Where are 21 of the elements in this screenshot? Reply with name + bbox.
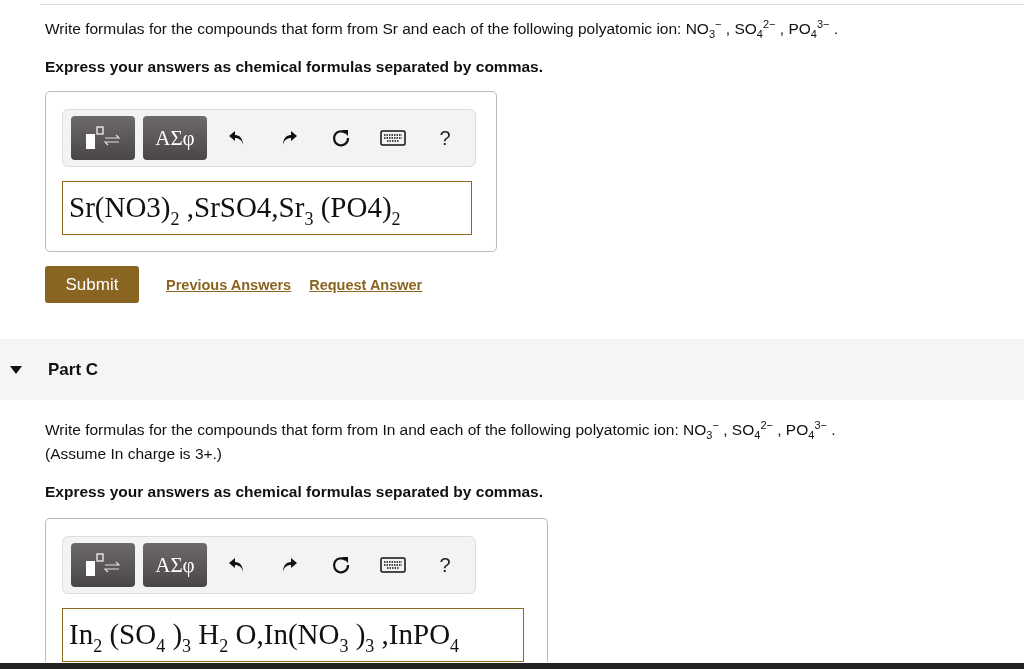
template-icon bbox=[83, 552, 123, 578]
template-button[interactable] bbox=[71, 543, 135, 587]
note-text: (Assume In charge is 3+.) bbox=[45, 444, 224, 464]
help-button[interactable]: ? bbox=[423, 543, 467, 587]
submit-button[interactable]: Submit bbox=[45, 266, 139, 303]
answer-link[interactable]: Previous Answers bbox=[166, 276, 292, 293]
template-icon bbox=[83, 125, 123, 151]
symbols-button[interactable]: ΑΣφ bbox=[143, 116, 207, 160]
part-header[interactable]: Part C bbox=[0, 339, 1024, 400]
answer-link[interactable]: Request Answer bbox=[309, 276, 423, 293]
help-button[interactable]: ? bbox=[423, 116, 467, 160]
answer-field[interactable]: Sr(NO3)$_{2}$ ,SrSO4,Sr$_{3}$ (PO4)$_{2}$ bbox=[62, 181, 472, 235]
instruction-text: Express your answers as chemical formulas separated by commas. bbox=[45, 57, 544, 77]
question-text: Write formulas for the compounds that form from In and each of the following polyatomic ion: NO$_{3}$$^{−}$ , SO$_{4}$$^{2−}$ , PO$_{4}$$^{3−}$ . bbox=[45, 420, 837, 440]
template-button[interactable] bbox=[71, 116, 135, 160]
symbols-button[interactable]: ΑΣφ bbox=[143, 543, 207, 587]
instruction-text: Express your answers as chemical formulas separated by commas. bbox=[45, 482, 544, 502]
answer-field[interactable]: In$_{2}$ (SO$_{4}$ )$_{3}$ H$_{2}$ O,In(NO$_{3}$ )$_{3}$ ,InPO$_{4}$ bbox=[62, 608, 524, 662]
expand-icon[interactable] bbox=[10, 365, 22, 374]
part-title: Part C bbox=[48, 359, 99, 380]
question-text: Write formulas for the compounds that form from Sr and each of the following polyatomic ion: NO$_{3}$$^{−}$ , SO$_{4}$$^{2−}$ , PO$_{4}$$^{3−}$ . bbox=[45, 19, 840, 39]
